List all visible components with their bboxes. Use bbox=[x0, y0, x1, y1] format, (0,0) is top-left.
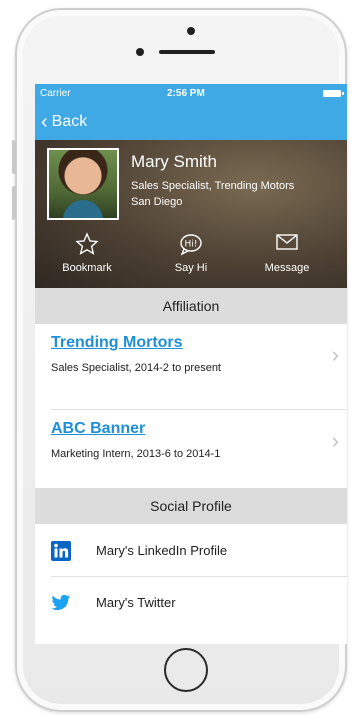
proximity-sensor bbox=[136, 48, 144, 56]
twitter-icon bbox=[51, 594, 71, 611]
back-button[interactable]: ‹ Back bbox=[41, 111, 88, 133]
front-camera bbox=[187, 27, 195, 35]
chevron-left-icon: ‹ bbox=[41, 111, 48, 133]
avatar bbox=[47, 148, 119, 220]
social-profile-section-header: Social Profile bbox=[35, 488, 347, 524]
chevron-right-icon: › bbox=[331, 342, 339, 367]
star-icon bbox=[47, 232, 127, 258]
earpiece-speaker bbox=[159, 50, 215, 54]
profile-header: Mary Smith Sales Specialist, Trending Mo… bbox=[35, 140, 347, 288]
linkedin-label: Mary's LinkedIn Profile bbox=[96, 543, 228, 558]
message-label: Message bbox=[264, 262, 310, 274]
profile-actions: Bookmark Hi! Say Hi Message bbox=[35, 232, 347, 284]
bookmark-button[interactable]: Bookmark bbox=[47, 232, 127, 274]
carrier-label: Carrier bbox=[40, 88, 71, 99]
social-row-twitter[interactable]: Mary's Twitter bbox=[35, 578, 347, 628]
affiliation-row[interactable]: Trending Mortors Sales Specialist, 2014-… bbox=[35, 324, 347, 386]
volume-down-button bbox=[12, 186, 16, 220]
home-button[interactable] bbox=[164, 648, 208, 692]
clock-label: 2:56 PM bbox=[167, 88, 205, 99]
bookmark-label: Bookmark bbox=[62, 262, 112, 274]
message-button[interactable]: Message bbox=[247, 232, 327, 274]
profile-location: San Diego bbox=[131, 196, 183, 208]
chevron-right-icon: › bbox=[331, 428, 339, 453]
row-divider bbox=[51, 576, 347, 577]
svg-text:Hi!: Hi! bbox=[185, 240, 198, 250]
affiliation-section-header: Affiliation bbox=[35, 288, 347, 324]
say-hi-label: Say Hi bbox=[174, 262, 208, 274]
affiliation-title[interactable]: Trending Mortors bbox=[51, 334, 183, 352]
affiliation-description: Sales Specialist, 2014-2 to present bbox=[51, 362, 221, 374]
battery-icon bbox=[323, 90, 344, 97]
affiliation-row[interactable]: ABC Banner Marketing Intern, 2013-6 to 2… bbox=[35, 410, 347, 472]
say-hi-button[interactable]: Hi! Say Hi bbox=[151, 232, 231, 274]
back-label: Back bbox=[51, 113, 88, 130]
envelope-icon bbox=[247, 232, 327, 258]
profile-title: Sales Specialist, Trending Motors bbox=[131, 180, 295, 192]
social-row-linkedin[interactable]: Mary's LinkedIn Profile bbox=[35, 526, 347, 576]
status-bar: Carrier 2:56 PM bbox=[35, 84, 347, 104]
twitter-label: Mary's Twitter bbox=[96, 595, 176, 610]
linkedin-icon bbox=[51, 541, 71, 561]
volume-up-button bbox=[12, 140, 16, 174]
navigation-bar: ‹ Back bbox=[35, 104, 347, 140]
affiliation-title[interactable]: ABC Banner bbox=[51, 420, 145, 438]
affiliation-description: Marketing Intern, 2013-6 to 2014-1 bbox=[51, 448, 221, 460]
hi-bubble-icon: Hi! bbox=[151, 232, 231, 258]
screen: Carrier 2:56 PM ‹ Back Mary Smith Sales … bbox=[35, 84, 347, 644]
profile-name: Mary Smith bbox=[131, 152, 217, 171]
